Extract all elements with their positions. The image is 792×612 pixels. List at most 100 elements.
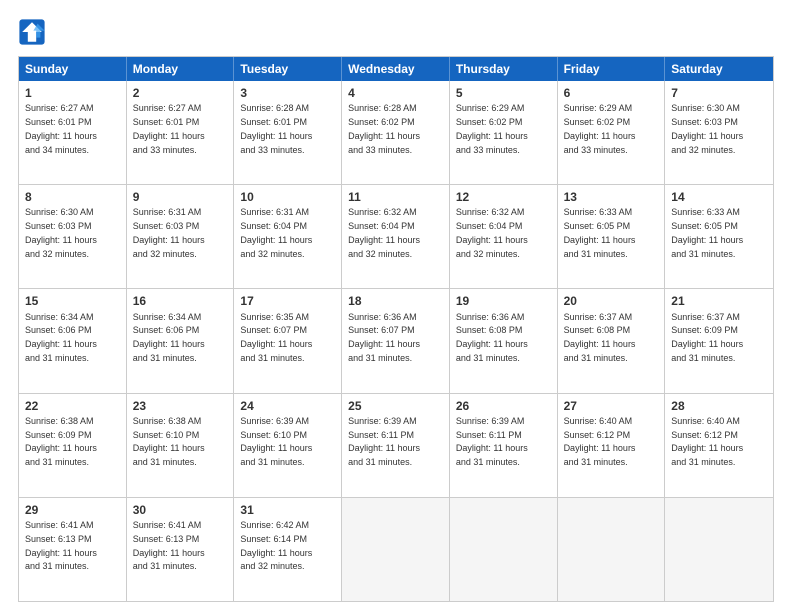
day-info: Sunrise: 6:31 AM Sunset: 6:03 PM Dayligh…	[133, 207, 205, 258]
day-info: Sunrise: 6:29 AM Sunset: 6:02 PM Dayligh…	[456, 103, 528, 154]
day-number: 2	[133, 85, 228, 101]
day-cell-13: 13 Sunrise: 6:33 AM Sunset: 6:05 PM Dayli…	[558, 185, 666, 288]
day-info: Sunrise: 6:40 AM Sunset: 6:12 PM Dayligh…	[671, 416, 743, 467]
day-cell-19: 19 Sunrise: 6:36 AM Sunset: 6:08 PM Dayli…	[450, 289, 558, 392]
day-cell-10: 10Sunrise: 6:31 AM Sunset: 6:04 PM Dayli…	[234, 185, 342, 288]
day-info: Sunrise: 6:27 AM Sunset: 6:01 PM Dayligh…	[133, 103, 205, 154]
day-cell-16: 16 Sunrise: 6:34 AM Sunset: 6:06 PM Dayli…	[127, 289, 235, 392]
calendar-header: SundayMondayTuesdayWednesdayThursdayFrid…	[19, 57, 773, 81]
calendar-row-1: 1 Sunrise: 6:27 AM Sunset: 6:01 PM Daylig…	[19, 81, 773, 184]
day-info: Sunrise: 6:34 AM Sunset: 6:06 PM Dayligh…	[25, 312, 97, 363]
logo	[18, 18, 50, 46]
day-info: Sunrise: 6:36 AM Sunset: 6:07 PM Dayligh…	[348, 312, 420, 363]
day-number: 19	[456, 293, 551, 309]
day-cell-empty	[665, 498, 773, 601]
day-number: 6	[564, 85, 659, 101]
day-cell-22: 22 Sunrise: 6:38 AM Sunset: 6:09 PM Dayli…	[19, 394, 127, 497]
day-number: 9	[133, 189, 228, 205]
day-cell-23: 23 Sunrise: 6:38 AM Sunset: 6:10 PM Dayli…	[127, 394, 235, 497]
day-cell-8: 8Sunrise: 6:30 AM Sunset: 6:03 PM Daylig…	[19, 185, 127, 288]
day-cell-12: 12 Sunrise: 6:32 AM Sunset: 6:04 PM Dayli…	[450, 185, 558, 288]
header-cell-wednesday: Wednesday	[342, 57, 450, 81]
day-info: Sunrise: 6:39 AM Sunset: 6:11 PM Dayligh…	[456, 416, 528, 467]
day-number: 4	[348, 85, 443, 101]
day-number: 13	[564, 189, 659, 205]
day-number: 17	[240, 293, 335, 309]
day-info: Sunrise: 6:30 AM Sunset: 6:03 PM Dayligh…	[671, 103, 743, 154]
day-info: Sunrise: 6:38 AM Sunset: 6:10 PM Dayligh…	[133, 416, 205, 467]
day-info: Sunrise: 6:39 AM Sunset: 6:11 PM Dayligh…	[348, 416, 420, 467]
day-cell-empty	[342, 498, 450, 601]
day-cell-21: 21Sunrise: 6:37 AM Sunset: 6:09 PM Dayli…	[665, 289, 773, 392]
day-info: Sunrise: 6:28 AM Sunset: 6:02 PM Dayligh…	[348, 103, 420, 154]
day-info: Sunrise: 6:37 AM Sunset: 6:08 PM Dayligh…	[564, 312, 636, 363]
day-cell-15: 15 Sunrise: 6:34 AM Sunset: 6:06 PM Dayli…	[19, 289, 127, 392]
day-cell-20: 20 Sunrise: 6:37 AM Sunset: 6:08 PM Dayli…	[558, 289, 666, 392]
calendar-page: SundayMondayTuesdayWednesdayThursdayFrid…	[0, 0, 792, 612]
day-info: Sunrise: 6:29 AM Sunset: 6:02 PM Dayligh…	[564, 103, 636, 154]
calendar: SundayMondayTuesdayWednesdayThursdayFrid…	[18, 56, 774, 602]
day-info: Sunrise: 6:32 AM Sunset: 6:04 PM Dayligh…	[456, 207, 528, 258]
day-info: Sunrise: 6:33 AM Sunset: 6:05 PM Dayligh…	[564, 207, 636, 258]
header-cell-friday: Friday	[558, 57, 666, 81]
day-info: Sunrise: 6:33 AM Sunset: 6:05 PM Dayligh…	[671, 207, 743, 258]
calendar-row-5: 29 Sunrise: 6:41 AM Sunset: 6:13 PM Dayli…	[19, 497, 773, 601]
day-number: 15	[25, 293, 120, 309]
day-number: 14	[671, 189, 767, 205]
day-cell-9: 9 Sunrise: 6:31 AM Sunset: 6:03 PM Daylig…	[127, 185, 235, 288]
day-number: 5	[456, 85, 551, 101]
header-cell-monday: Monday	[127, 57, 235, 81]
day-cell-25: 25Sunrise: 6:39 AM Sunset: 6:11 PM Dayli…	[342, 394, 450, 497]
day-info: Sunrise: 6:36 AM Sunset: 6:08 PM Dayligh…	[456, 312, 528, 363]
calendar-row-4: 22 Sunrise: 6:38 AM Sunset: 6:09 PM Dayli…	[19, 393, 773, 497]
day-number: 3	[240, 85, 335, 101]
day-number: 29	[25, 502, 120, 518]
day-cell-28: 28 Sunrise: 6:40 AM Sunset: 6:12 PM Dayli…	[665, 394, 773, 497]
day-cell-29: 29Sunrise: 6:41 AM Sunset: 6:13 PM Dayli…	[19, 498, 127, 601]
day-cell-14: 14 Sunrise: 6:33 AM Sunset: 6:05 PM Dayli…	[665, 185, 773, 288]
day-number: 1	[25, 85, 120, 101]
day-number: 12	[456, 189, 551, 205]
page-header	[18, 18, 774, 46]
day-cell-26: 26 Sunrise: 6:39 AM Sunset: 6:11 PM Dayli…	[450, 394, 558, 497]
day-cell-31: 31 Sunrise: 6:42 AM Sunset: 6:14 PM Dayli…	[234, 498, 342, 601]
day-cell-6: 6 Sunrise: 6:29 AM Sunset: 6:02 PM Daylig…	[558, 81, 666, 184]
day-info: Sunrise: 6:34 AM Sunset: 6:06 PM Dayligh…	[133, 312, 205, 363]
day-number: 28	[671, 398, 767, 414]
calendar-row-2: 8Sunrise: 6:30 AM Sunset: 6:03 PM Daylig…	[19, 184, 773, 288]
day-cell-17: 17 Sunrise: 6:35 AM Sunset: 6:07 PM Dayli…	[234, 289, 342, 392]
day-info: Sunrise: 6:41 AM Sunset: 6:13 PM Dayligh…	[133, 520, 205, 571]
day-number: 11	[348, 189, 443, 205]
day-number: 26	[456, 398, 551, 414]
day-cell-18: 18 Sunrise: 6:36 AM Sunset: 6:07 PM Dayli…	[342, 289, 450, 392]
header-cell-tuesday: Tuesday	[234, 57, 342, 81]
header-cell-sunday: Sunday	[19, 57, 127, 81]
day-info: Sunrise: 6:42 AM Sunset: 6:14 PM Dayligh…	[240, 520, 312, 571]
day-number: 31	[240, 502, 335, 518]
day-cell-3: 3 Sunrise: 6:28 AM Sunset: 6:01 PM Daylig…	[234, 81, 342, 184]
day-number: 22	[25, 398, 120, 414]
day-info: Sunrise: 6:32 AM Sunset: 6:04 PM Dayligh…	[348, 207, 420, 258]
day-number: 20	[564, 293, 659, 309]
day-cell-empty	[558, 498, 666, 601]
day-number: 18	[348, 293, 443, 309]
day-info: Sunrise: 6:27 AM Sunset: 6:01 PM Dayligh…	[25, 103, 97, 154]
logo-icon	[18, 18, 46, 46]
calendar-row-3: 15 Sunrise: 6:34 AM Sunset: 6:06 PM Dayli…	[19, 288, 773, 392]
day-info: Sunrise: 6:35 AM Sunset: 6:07 PM Dayligh…	[240, 312, 312, 363]
day-info: Sunrise: 6:40 AM Sunset: 6:12 PM Dayligh…	[564, 416, 636, 467]
day-number: 23	[133, 398, 228, 414]
day-number: 24	[240, 398, 335, 414]
day-number: 10	[240, 189, 335, 205]
day-info: Sunrise: 6:38 AM Sunset: 6:09 PM Dayligh…	[25, 416, 97, 467]
day-cell-5: 5 Sunrise: 6:29 AM Sunset: 6:02 PM Daylig…	[450, 81, 558, 184]
day-cell-27: 27 Sunrise: 6:40 AM Sunset: 6:12 PM Dayli…	[558, 394, 666, 497]
day-cell-2: 2 Sunrise: 6:27 AM Sunset: 6:01 PM Daylig…	[127, 81, 235, 184]
day-number: 16	[133, 293, 228, 309]
day-info: Sunrise: 6:28 AM Sunset: 6:01 PM Dayligh…	[240, 103, 312, 154]
day-cell-30: 30Sunrise: 6:41 AM Sunset: 6:13 PM Dayli…	[127, 498, 235, 601]
day-cell-1: 1 Sunrise: 6:27 AM Sunset: 6:01 PM Daylig…	[19, 81, 127, 184]
day-info: Sunrise: 6:37 AM Sunset: 6:09 PM Dayligh…	[671, 312, 743, 363]
header-cell-thursday: Thursday	[450, 57, 558, 81]
day-number: 27	[564, 398, 659, 414]
